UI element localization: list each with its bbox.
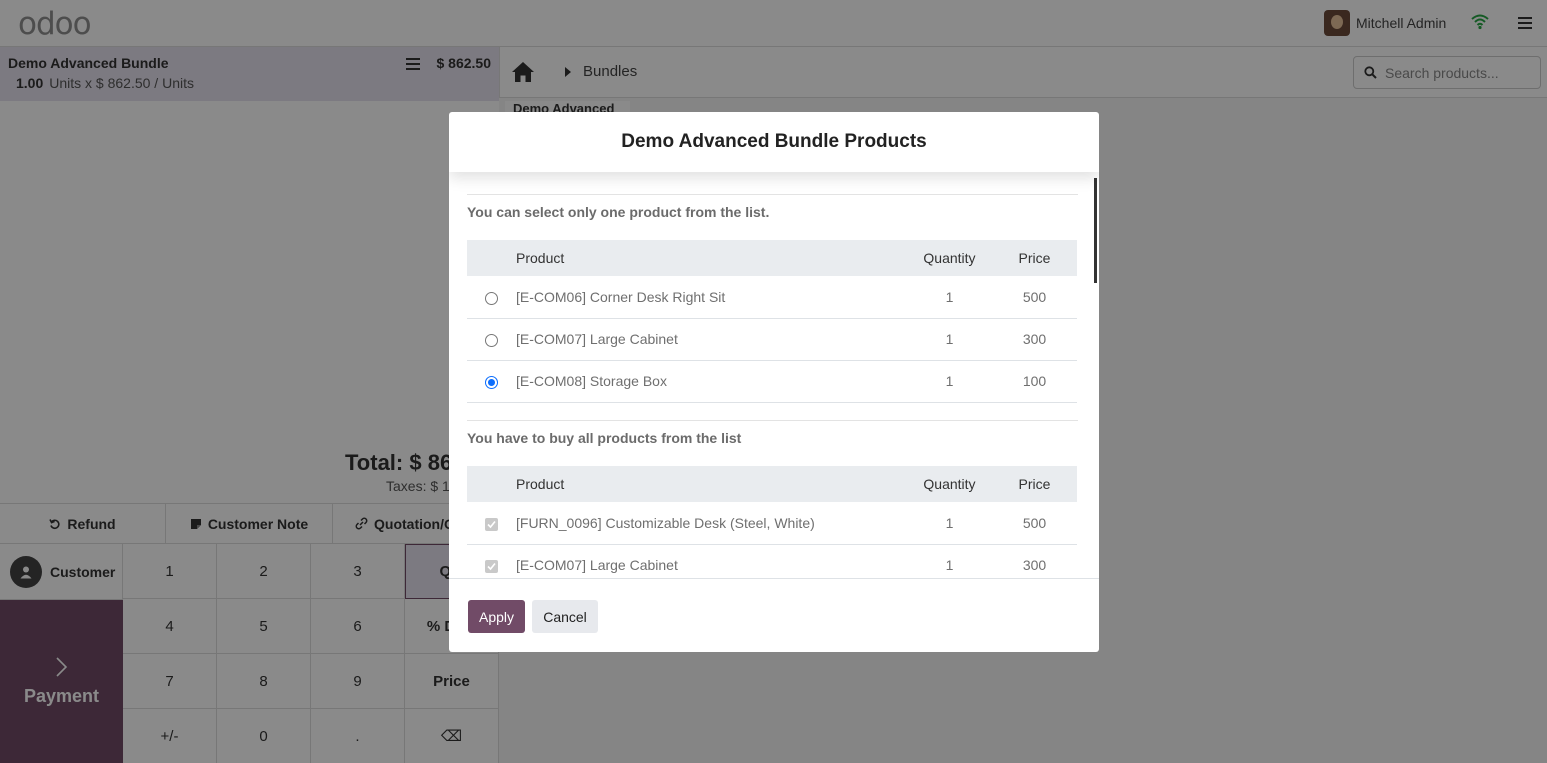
- table-row: [FURN_0096] Customizable Desk (Steel, Wh…: [467, 502, 1077, 545]
- cancel-button[interactable]: Cancel: [532, 600, 598, 633]
- product-quantity: 1: [907, 502, 992, 545]
- product-quantity: 1: [907, 360, 992, 403]
- bundle-products-dialog: Demo Advanced Bundle Products You can se…: [449, 112, 1099, 652]
- table-row: [E-COM07] Large Cabinet 1 300: [467, 544, 1077, 578]
- single-select-table: Product Quantity Price [E-COM06] Corner …: [467, 240, 1077, 403]
- product-price: 100: [992, 360, 1077, 403]
- table-header-row: Product Quantity Price: [467, 240, 1077, 276]
- product-quantity: 1: [907, 318, 992, 361]
- product-radio[interactable]: [485, 333, 498, 347]
- table-row[interactable]: [E-COM08] Storage Box 1 100: [467, 360, 1077, 403]
- product-name: [E-COM06] Corner Desk Right Sit: [516, 276, 907, 319]
- product-price: 500: [992, 276, 1077, 319]
- product-price: 300: [992, 544, 1077, 578]
- single-select-title: You can select only one product from the…: [467, 204, 770, 220]
- product-radio[interactable]: [485, 291, 498, 305]
- product-name: [E-COM07] Large Cabinet: [516, 544, 907, 578]
- quantity-column-header: Quantity: [907, 466, 992, 502]
- apply-button[interactable]: Apply: [468, 600, 525, 633]
- checked-checkbox: [485, 559, 498, 573]
- quantity-column-header: Quantity: [907, 240, 992, 276]
- dialog-scrollbar-thumb[interactable]: [1094, 178, 1097, 283]
- checked-checkbox: [485, 517, 498, 531]
- product-column-header: Product: [516, 466, 907, 502]
- table-row[interactable]: [E-COM07] Large Cabinet 1 300: [467, 318, 1077, 361]
- dialog-footer: Apply Cancel: [449, 578, 1099, 652]
- dialog-body: You can select only one product from the…: [449, 172, 1099, 578]
- product-name: [E-COM08] Storage Box: [516, 360, 907, 403]
- divider: [467, 420, 1078, 421]
- table-row[interactable]: [E-COM06] Corner Desk Right Sit 1 500: [467, 276, 1077, 319]
- table-header-row: Product Quantity Price: [467, 466, 1077, 502]
- required-products-table: Product Quantity Price [FURN_0096] Custo…: [467, 466, 1077, 578]
- select-column-header: [467, 466, 516, 502]
- product-name: [FURN_0096] Customizable Desk (Steel, Wh…: [516, 502, 907, 545]
- product-price: 500: [992, 502, 1077, 545]
- price-column-header: Price: [992, 240, 1077, 276]
- dialog-title: Demo Advanced Bundle Products: [449, 112, 1099, 172]
- price-column-header: Price: [992, 466, 1077, 502]
- product-quantity: 1: [907, 544, 992, 578]
- product-column-header: Product: [516, 240, 907, 276]
- product-name: [E-COM07] Large Cabinet: [516, 318, 907, 361]
- select-column-header: [467, 240, 516, 276]
- product-price: 300: [992, 318, 1077, 361]
- divider: [467, 194, 1078, 195]
- product-quantity: 1: [907, 276, 992, 319]
- required-products-title: You have to buy all products from the li…: [467, 430, 742, 446]
- product-radio-selected[interactable]: [485, 375, 498, 389]
